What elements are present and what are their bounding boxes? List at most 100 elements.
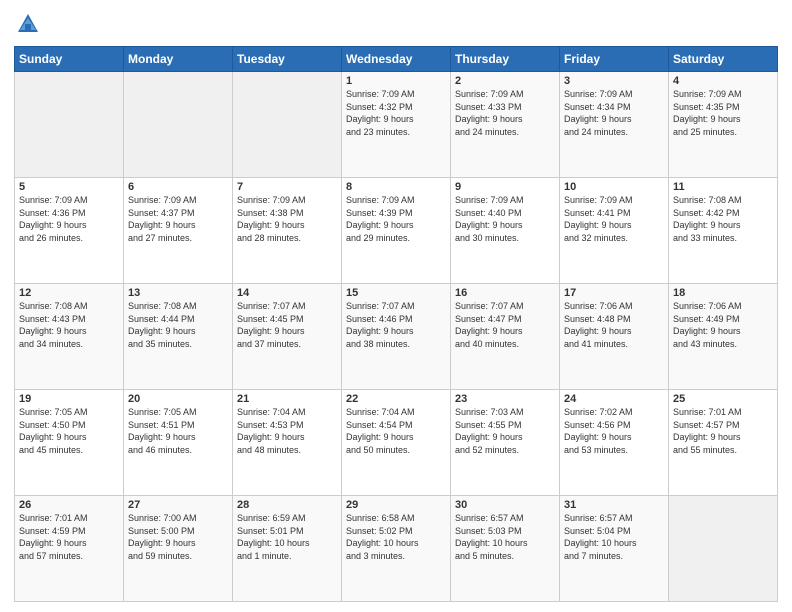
calendar-cell: 31Sunrise: 6:57 AMSunset: 5:04 PMDayligh… xyxy=(560,496,669,602)
day-info: Sunrise: 7:06 AMSunset: 4:49 PMDaylight:… xyxy=(673,300,773,350)
calendar-cell: 17Sunrise: 7:06 AMSunset: 4:48 PMDayligh… xyxy=(560,284,669,390)
logo-icon xyxy=(14,10,42,38)
day-info: Sunrise: 7:04 AMSunset: 4:53 PMDaylight:… xyxy=(237,406,337,456)
calendar-cell xyxy=(124,72,233,178)
calendar-cell: 28Sunrise: 6:59 AMSunset: 5:01 PMDayligh… xyxy=(233,496,342,602)
header xyxy=(14,10,778,38)
day-info: Sunrise: 7:07 AMSunset: 4:46 PMDaylight:… xyxy=(346,300,446,350)
day-number: 30 xyxy=(455,499,555,511)
calendar-cell: 30Sunrise: 6:57 AMSunset: 5:03 PMDayligh… xyxy=(451,496,560,602)
day-number: 12 xyxy=(19,287,119,299)
day-info: Sunrise: 7:08 AMSunset: 4:43 PMDaylight:… xyxy=(19,300,119,350)
day-info: Sunrise: 7:09 AMSunset: 4:39 PMDaylight:… xyxy=(346,194,446,244)
day-info: Sunrise: 7:09 AMSunset: 4:32 PMDaylight:… xyxy=(346,88,446,138)
day-info: Sunrise: 7:09 AMSunset: 4:33 PMDaylight:… xyxy=(455,88,555,138)
day-info: Sunrise: 7:08 AMSunset: 4:42 PMDaylight:… xyxy=(673,194,773,244)
day-number: 9 xyxy=(455,181,555,193)
day-number: 31 xyxy=(564,499,664,511)
day-info: Sunrise: 7:04 AMSunset: 4:54 PMDaylight:… xyxy=(346,406,446,456)
calendar-cell: 26Sunrise: 7:01 AMSunset: 4:59 PMDayligh… xyxy=(15,496,124,602)
day-number: 11 xyxy=(673,181,773,193)
calendar-cell: 5Sunrise: 7:09 AMSunset: 4:36 PMDaylight… xyxy=(15,178,124,284)
day-number: 10 xyxy=(564,181,664,193)
calendar-cell: 10Sunrise: 7:09 AMSunset: 4:41 PMDayligh… xyxy=(560,178,669,284)
day-number: 15 xyxy=(346,287,446,299)
weekday-header-thursday: Thursday xyxy=(451,47,560,72)
day-info: Sunrise: 7:09 AMSunset: 4:35 PMDaylight:… xyxy=(673,88,773,138)
calendar-week-1: 1Sunrise: 7:09 AMSunset: 4:32 PMDaylight… xyxy=(15,72,778,178)
day-info: Sunrise: 7:01 AMSunset: 4:59 PMDaylight:… xyxy=(19,512,119,562)
calendar-cell: 8Sunrise: 7:09 AMSunset: 4:39 PMDaylight… xyxy=(342,178,451,284)
calendar-cell: 2Sunrise: 7:09 AMSunset: 4:33 PMDaylight… xyxy=(451,72,560,178)
day-number: 23 xyxy=(455,393,555,405)
day-number: 5 xyxy=(19,181,119,193)
calendar-cell: 9Sunrise: 7:09 AMSunset: 4:40 PMDaylight… xyxy=(451,178,560,284)
calendar-week-4: 19Sunrise: 7:05 AMSunset: 4:50 PMDayligh… xyxy=(15,390,778,496)
day-number: 4 xyxy=(673,75,773,87)
day-info: Sunrise: 7:05 AMSunset: 4:51 PMDaylight:… xyxy=(128,406,228,456)
calendar-cell: 22Sunrise: 7:04 AMSunset: 4:54 PMDayligh… xyxy=(342,390,451,496)
calendar-cell: 1Sunrise: 7:09 AMSunset: 4:32 PMDaylight… xyxy=(342,72,451,178)
calendar-cell xyxy=(15,72,124,178)
calendar-week-2: 5Sunrise: 7:09 AMSunset: 4:36 PMDaylight… xyxy=(15,178,778,284)
day-number: 7 xyxy=(237,181,337,193)
day-info: Sunrise: 7:09 AMSunset: 4:36 PMDaylight:… xyxy=(19,194,119,244)
day-number: 29 xyxy=(346,499,446,511)
page: SundayMondayTuesdayWednesdayThursdayFrid… xyxy=(0,0,792,612)
day-info: Sunrise: 7:00 AMSunset: 5:00 PMDaylight:… xyxy=(128,512,228,562)
calendar-cell: 29Sunrise: 6:58 AMSunset: 5:02 PMDayligh… xyxy=(342,496,451,602)
day-number: 19 xyxy=(19,393,119,405)
day-number: 20 xyxy=(128,393,228,405)
day-number: 8 xyxy=(346,181,446,193)
calendar-table: SundayMondayTuesdayWednesdayThursdayFrid… xyxy=(14,46,778,602)
calendar-cell: 20Sunrise: 7:05 AMSunset: 4:51 PMDayligh… xyxy=(124,390,233,496)
day-info: Sunrise: 7:01 AMSunset: 4:57 PMDaylight:… xyxy=(673,406,773,456)
day-info: Sunrise: 7:07 AMSunset: 4:47 PMDaylight:… xyxy=(455,300,555,350)
day-number: 16 xyxy=(455,287,555,299)
calendar-cell: 27Sunrise: 7:00 AMSunset: 5:00 PMDayligh… xyxy=(124,496,233,602)
day-info: Sunrise: 6:57 AMSunset: 5:04 PMDaylight:… xyxy=(564,512,664,562)
calendar-cell: 23Sunrise: 7:03 AMSunset: 4:55 PMDayligh… xyxy=(451,390,560,496)
calendar-cell: 4Sunrise: 7:09 AMSunset: 4:35 PMDaylight… xyxy=(669,72,778,178)
calendar-cell xyxy=(233,72,342,178)
day-number: 1 xyxy=(346,75,446,87)
weekday-header-row: SundayMondayTuesdayWednesdayThursdayFrid… xyxy=(15,47,778,72)
day-number: 21 xyxy=(237,393,337,405)
day-number: 18 xyxy=(673,287,773,299)
weekday-header-wednesday: Wednesday xyxy=(342,47,451,72)
day-info: Sunrise: 7:09 AMSunset: 4:38 PMDaylight:… xyxy=(237,194,337,244)
day-info: Sunrise: 7:03 AMSunset: 4:55 PMDaylight:… xyxy=(455,406,555,456)
day-number: 27 xyxy=(128,499,228,511)
calendar-cell xyxy=(669,496,778,602)
calendar-week-3: 12Sunrise: 7:08 AMSunset: 4:43 PMDayligh… xyxy=(15,284,778,390)
calendar-cell: 16Sunrise: 7:07 AMSunset: 4:47 PMDayligh… xyxy=(451,284,560,390)
day-number: 17 xyxy=(564,287,664,299)
calendar-cell: 18Sunrise: 7:06 AMSunset: 4:49 PMDayligh… xyxy=(669,284,778,390)
calendar-week-5: 26Sunrise: 7:01 AMSunset: 4:59 PMDayligh… xyxy=(15,496,778,602)
weekday-header-monday: Monday xyxy=(124,47,233,72)
day-number: 13 xyxy=(128,287,228,299)
calendar-cell: 15Sunrise: 7:07 AMSunset: 4:46 PMDayligh… xyxy=(342,284,451,390)
day-number: 26 xyxy=(19,499,119,511)
day-info: Sunrise: 7:08 AMSunset: 4:44 PMDaylight:… xyxy=(128,300,228,350)
weekday-header-friday: Friday xyxy=(560,47,669,72)
day-info: Sunrise: 6:57 AMSunset: 5:03 PMDaylight:… xyxy=(455,512,555,562)
calendar-cell: 11Sunrise: 7:08 AMSunset: 4:42 PMDayligh… xyxy=(669,178,778,284)
weekday-header-sunday: Sunday xyxy=(15,47,124,72)
day-info: Sunrise: 7:09 AMSunset: 4:34 PMDaylight:… xyxy=(564,88,664,138)
day-number: 25 xyxy=(673,393,773,405)
day-info: Sunrise: 7:02 AMSunset: 4:56 PMDaylight:… xyxy=(564,406,664,456)
calendar-cell: 19Sunrise: 7:05 AMSunset: 4:50 PMDayligh… xyxy=(15,390,124,496)
calendar-cell: 13Sunrise: 7:08 AMSunset: 4:44 PMDayligh… xyxy=(124,284,233,390)
calendar-cell: 6Sunrise: 7:09 AMSunset: 4:37 PMDaylight… xyxy=(124,178,233,284)
day-number: 3 xyxy=(564,75,664,87)
calendar-cell: 14Sunrise: 7:07 AMSunset: 4:45 PMDayligh… xyxy=(233,284,342,390)
weekday-header-tuesday: Tuesday xyxy=(233,47,342,72)
day-number: 2 xyxy=(455,75,555,87)
day-info: Sunrise: 7:09 AMSunset: 4:40 PMDaylight:… xyxy=(455,194,555,244)
calendar-cell: 25Sunrise: 7:01 AMSunset: 4:57 PMDayligh… xyxy=(669,390,778,496)
day-number: 24 xyxy=(564,393,664,405)
day-number: 28 xyxy=(237,499,337,511)
calendar-cell: 7Sunrise: 7:09 AMSunset: 4:38 PMDaylight… xyxy=(233,178,342,284)
logo xyxy=(14,10,46,38)
